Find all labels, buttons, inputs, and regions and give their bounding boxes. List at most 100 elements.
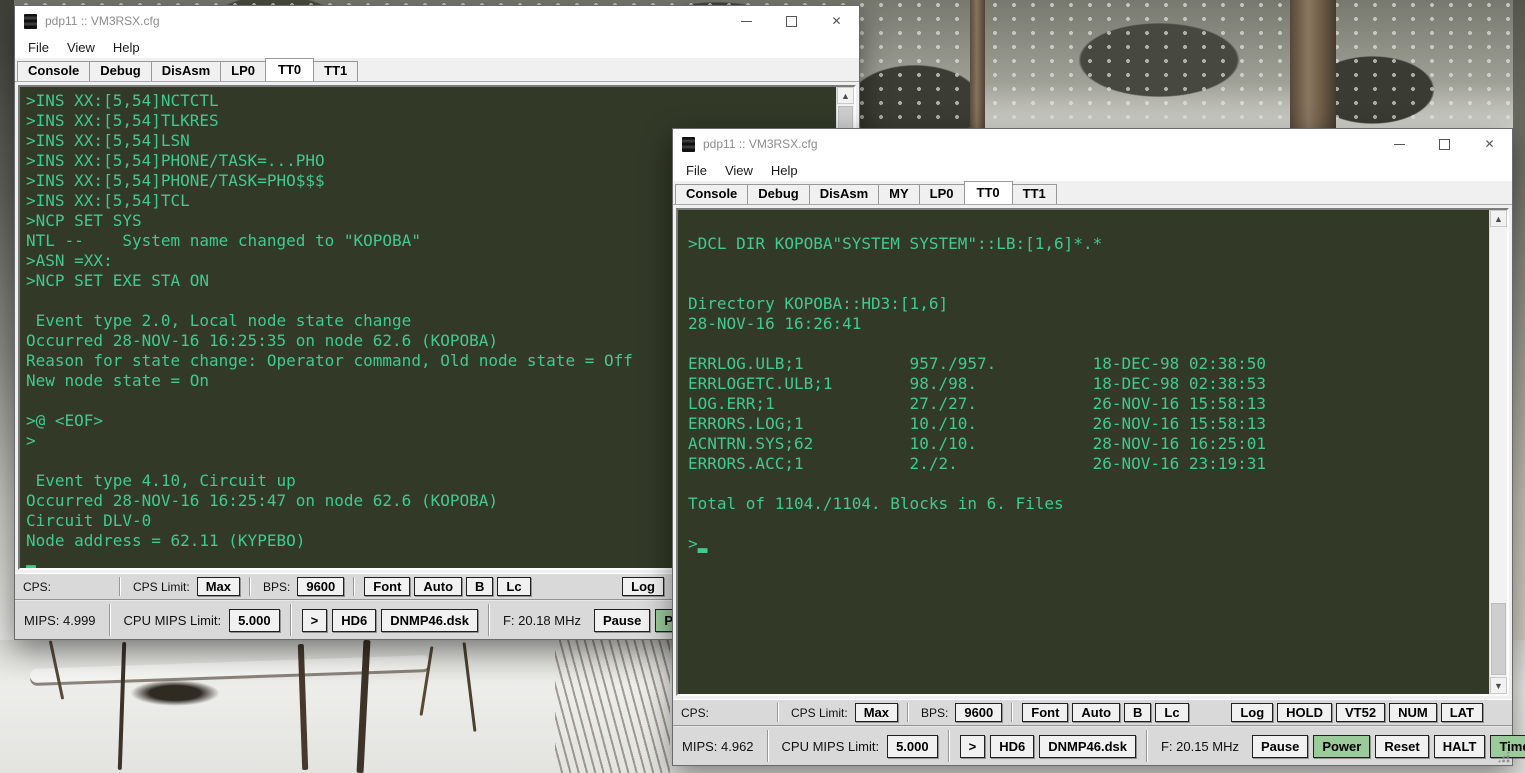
bps-button[interactable]: 9600 (297, 577, 344, 596)
tab-console[interactable]: Console (17, 61, 90, 81)
log-button[interactable]: Log (1231, 703, 1273, 722)
tab-disasm[interactable]: DisAsm (151, 61, 221, 81)
terminal-panel: >DCL DIR KOPOBA"SYSTEM SYSTEM"::LB:[1,6]… (673, 205, 1512, 699)
divider (948, 730, 950, 762)
bold-button[interactable]: B (1124, 703, 1151, 722)
font-button[interactable]: Font (364, 577, 410, 596)
tab-debug[interactable]: Debug (89, 61, 151, 81)
minimize-button[interactable] (1377, 129, 1422, 159)
tree-trunk (1290, 0, 1336, 134)
branch (463, 642, 477, 732)
terminal-output[interactable]: >DCL DIR KOPOBA"SYSTEM SYSTEM"::LB:[1,6]… (678, 210, 1489, 694)
mips-limit-label: CPU MIPS Limit: (779, 739, 883, 754)
menu-file[interactable]: File (19, 40, 58, 55)
maximize-button[interactable] (1422, 129, 1467, 159)
disk-image-button[interactable]: DNMP46.dsk (381, 609, 478, 632)
cps-max-button[interactable]: Max (855, 703, 898, 722)
scroll-up-icon[interactable]: ▲ (1490, 210, 1507, 227)
scrollbar-thumb[interactable] (1491, 603, 1506, 675)
hold-button[interactable]: HOLD (1277, 703, 1332, 722)
divider (1011, 703, 1013, 722)
trees-left-strip (0, 0, 14, 648)
frequency-value: F: 20.18 MHz (500, 613, 584, 628)
titlebar[interactable]: pdp11 :: VM3RSX.cfg ✕ (15, 6, 859, 36)
tab-lp0[interactable]: LP0 (919, 184, 965, 204)
maximize-button[interactable] (769, 6, 814, 36)
expand-devices-button[interactable]: > (302, 609, 328, 632)
tab-debug[interactable]: Debug (747, 184, 809, 204)
minimize-button[interactable] (724, 6, 769, 36)
tab-console[interactable]: Console (675, 184, 748, 204)
lat-button[interactable]: LAT (1441, 703, 1483, 722)
mips-limit-button[interactable]: 5.000 (229, 609, 280, 632)
cps-limit-label: CPS Limit: (788, 706, 851, 720)
menu-file[interactable]: File (677, 163, 716, 178)
titlebar[interactable]: pdp11 :: VM3RSX.cfg ✕ (673, 129, 1512, 159)
auto-button[interactable]: Auto (1072, 703, 1120, 722)
close-button[interactable]: ✕ (1467, 129, 1512, 159)
bps-button[interactable]: 9600 (955, 703, 1002, 722)
maximize-icon (1439, 139, 1450, 150)
tab-tt1[interactable]: TT1 (313, 61, 358, 81)
tab-lp0[interactable]: LP0 (220, 61, 266, 81)
scroll-down-icon[interactable]: ▼ (1490, 677, 1507, 694)
close-icon: ✕ (831, 14, 841, 28)
disk-image-button[interactable]: DNMP46.dsk (1039, 735, 1136, 758)
emulator-window-right: pdp11 :: VM3RSX.cfg ✕ File View Help Con… (672, 128, 1513, 766)
tabbar: Console Debug DisAsm MY LP0 TT0 TT1 (673, 181, 1512, 205)
scrollbar-track[interactable] (1490, 227, 1507, 677)
snow-covered-log (30, 655, 430, 683)
minimize-icon (741, 21, 752, 22)
log-button[interactable]: Log (622, 577, 664, 596)
halt-button[interactable]: HALT (1434, 735, 1486, 758)
menu-help[interactable]: Help (762, 163, 807, 178)
hd6-button[interactable]: HD6 (332, 609, 376, 632)
divider (353, 577, 355, 596)
scroll-up-icon[interactable]: ▲ (837, 87, 854, 104)
divider (290, 604, 292, 636)
bold-button[interactable]: B (466, 577, 493, 596)
auto-button[interactable]: Auto (414, 577, 462, 596)
mips-value: MIPS: 4.999 (21, 613, 99, 628)
bps-label: BPS: (918, 706, 951, 720)
tab-disasm[interactable]: DisAsm (809, 184, 879, 204)
hd6-button[interactable]: HD6 (990, 735, 1034, 758)
bps-label: BPS: (260, 580, 293, 594)
lowercase-button[interactable]: Lc (1155, 703, 1188, 722)
tree-trunk (970, 0, 985, 132)
menu-view[interactable]: View (716, 163, 762, 178)
cps-max-button[interactable]: Max (197, 577, 240, 596)
tabbar: Console Debug DisAsm LP0 TT0 TT1 (15, 58, 859, 82)
divider (488, 604, 490, 636)
terminal-scrollbar[interactable]: ▲ ▼ (1489, 210, 1507, 694)
branch (118, 642, 126, 770)
menu-help[interactable]: Help (104, 40, 149, 55)
tab-my[interactable]: MY (878, 184, 920, 204)
pause-button[interactable]: Pause (594, 609, 650, 632)
mips-limit-button[interactable]: 5.000 (887, 735, 938, 758)
terminal-statusbar: CPS: CPS Limit: Max BPS: 9600 Font Auto … (673, 699, 1512, 725)
minimize-icon (1394, 144, 1405, 145)
divider (1146, 730, 1148, 762)
font-button[interactable]: Font (1022, 703, 1068, 722)
lowercase-button[interactable]: Lc (497, 577, 530, 596)
divider (777, 703, 779, 722)
num-button[interactable]: NUM (1389, 703, 1437, 722)
cps-limit-label: CPS Limit: (130, 580, 193, 594)
power-button[interactable]: Power (1313, 735, 1370, 758)
chip-app-icon (24, 14, 37, 29)
close-button[interactable]: ✕ (814, 6, 859, 36)
tab-tt1[interactable]: TT1 (1012, 184, 1057, 204)
chip-app-icon (682, 137, 695, 152)
expand-devices-button[interactable]: > (960, 735, 986, 758)
tab-tt0[interactable]: TT0 (265, 58, 314, 81)
vt52-button[interactable]: VT52 (1336, 703, 1385, 722)
menubar: File View Help (15, 36, 859, 58)
tab-tt0[interactable]: TT0 (964, 181, 1013, 204)
reset-button[interactable]: Reset (1375, 735, 1428, 758)
window-title: pdp11 :: VM3RSX.cfg (45, 14, 724, 28)
pause-button[interactable]: Pause (1252, 735, 1308, 758)
menu-view[interactable]: View (58, 40, 104, 55)
mips-value: MIPS: 4.962 (679, 739, 757, 754)
close-icon: ✕ (1484, 137, 1494, 151)
